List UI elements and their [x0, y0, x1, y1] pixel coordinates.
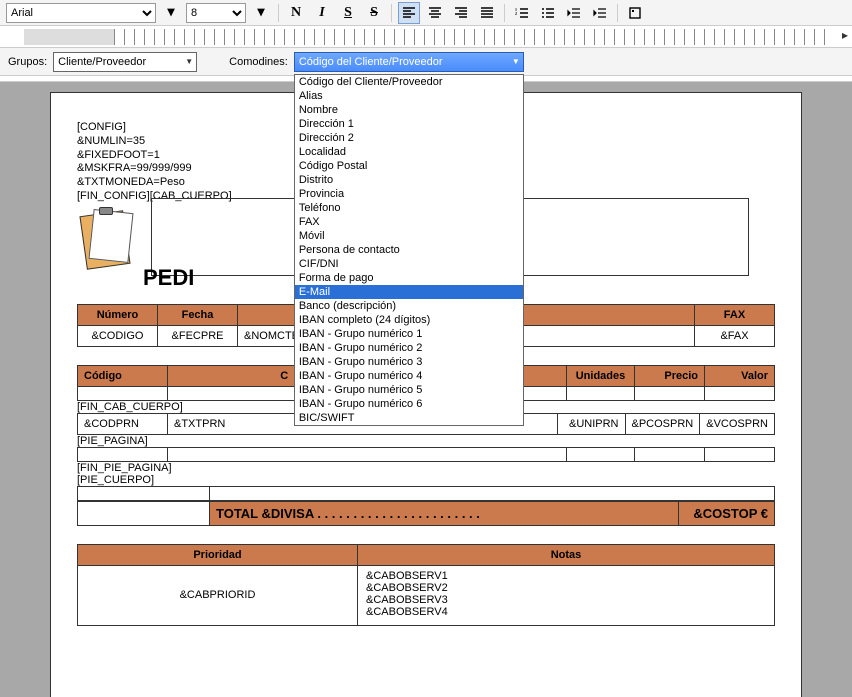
td-observ[interactable]: &CABOBSERV1 &CABOBSERV2 &CABOBSERV3 &CAB… [358, 565, 775, 625]
comodines-option[interactable]: Código del Cliente/Proveedor [295, 75, 523, 89]
font-family-select[interactable]: Arial [6, 3, 156, 23]
ruler-row: ▸ [0, 26, 852, 48]
align-justify-button[interactable] [476, 2, 498, 24]
underline-button[interactable]: S [337, 2, 359, 24]
align-left-button[interactable] [398, 2, 420, 24]
comodines-option[interactable]: Dirección 1 [295, 117, 523, 131]
marker-fin-pie-pagina[interactable]: [FIN_PIE_PAGINA] [77, 462, 775, 474]
comodines-option[interactable]: Dirección 2 [295, 131, 523, 145]
td-fecpre[interactable]: &FECPRE [158, 325, 238, 346]
grupos-dropdown[interactable]: Cliente/Proveedor [53, 52, 197, 72]
total-value[interactable]: &COSTOP € [679, 501, 775, 525]
comodines-option[interactable]: IBAN - Grupo numérico 1 [295, 327, 523, 341]
comodines-option[interactable]: Persona de contacto [295, 243, 523, 257]
comodines-option[interactable]: Móvil [295, 229, 523, 243]
th-precio: Precio [635, 365, 705, 386]
comodines-option[interactable]: IBAN - Grupo numérico 6 [295, 397, 523, 411]
comodines-option[interactable]: Banco (descripción) [295, 299, 523, 313]
comodines-option[interactable]: CIF/DNI [295, 257, 523, 271]
th-fecha: Fecha [158, 304, 238, 325]
separator [278, 4, 279, 22]
th-fax: FAX [695, 304, 775, 325]
list-numbered-button[interactable]: 12 [511, 2, 533, 24]
horizontal-ruler[interactable] [24, 29, 832, 45]
comodines-option[interactable]: IBAN - Grupo numérico 4 [295, 369, 523, 383]
align-center-button[interactable] [424, 2, 446, 24]
obs-line: &CABOBSERV3 [366, 594, 766, 606]
comodines-option[interactable]: Teléfono [295, 201, 523, 215]
th-valor: Valor [705, 365, 775, 386]
comodines-option[interactable]: BIC/SWIFT [295, 411, 523, 425]
comodines-option[interactable]: IBAN completo (24 dígitos) [295, 313, 523, 327]
font-size-select[interactable]: 8 [186, 3, 246, 23]
th-codigo2: Código [78, 365, 168, 386]
th-unidades: Unidades [567, 365, 635, 386]
comodines-options-list[interactable]: Código del Cliente/ProveedorAliasNombreD… [294, 74, 524, 426]
td-pcosprn[interactable]: &PCOSPRN [625, 413, 700, 434]
comodines-option[interactable]: Alias [295, 89, 523, 103]
size-dropdown-icon[interactable]: ▾ [250, 2, 272, 24]
empty-row-2[interactable] [77, 486, 775, 501]
td-fax[interactable]: &FAX [695, 325, 775, 346]
marker-pie-cuerpo[interactable]: [PIE_CUERPO] [77, 474, 775, 486]
td-codigo[interactable]: &CODIGO [78, 325, 158, 346]
comodines-option[interactable]: Nombre [295, 103, 523, 117]
comodines-option[interactable]: Código Postal [295, 159, 523, 173]
td-uniprn[interactable]: &UNIPRN [557, 413, 625, 434]
svg-text:2: 2 [515, 11, 517, 16]
comodines-option[interactable]: IBAN - Grupo numérico 3 [295, 355, 523, 369]
list-bullet-button[interactable] [537, 2, 559, 24]
clipboard-icon[interactable] [77, 205, 143, 271]
td-vcosprn[interactable]: &VCOSPRN [700, 413, 775, 434]
th-notas: Notas [358, 544, 775, 565]
comodines-option[interactable]: FAX [295, 215, 523, 229]
ruler-scroll-icon[interactable]: ▸ [842, 28, 848, 42]
selector-bar: Grupos: Cliente/Proveedor Comodines: Cód… [0, 48, 852, 76]
th-numero: Número [78, 304, 158, 325]
pedi-title[interactable]: PEDI [143, 265, 194, 291]
font-dropdown-icon[interactable]: ▾ [160, 2, 182, 24]
outdent-button[interactable] [563, 2, 585, 24]
separator [617, 4, 618, 22]
format-toolbar: Arial ▾ 8 ▾ N I S S 12 [0, 0, 852, 26]
th-prioridad: Prioridad [78, 544, 358, 565]
comodines-wrap: Código del Cliente/Proveedor Código del … [294, 52, 524, 72]
insert-object-button[interactable] [624, 2, 646, 24]
align-right-button[interactable] [450, 2, 472, 24]
empty-row-1[interactable] [77, 447, 775, 462]
separator [504, 4, 505, 22]
strike-button[interactable]: S [363, 2, 385, 24]
grupos-label: Grupos: [8, 56, 47, 68]
comodines-option[interactable]: Localidad [295, 145, 523, 159]
comodines-option[interactable]: Provincia [295, 187, 523, 201]
comodines-option[interactable]: Forma de pago [295, 271, 523, 285]
grupos-value: Cliente/Proveedor [58, 56, 146, 68]
comodines-option[interactable]: IBAN - Grupo numérico 5 [295, 383, 523, 397]
comodines-value: Código del Cliente/Proveedor [299, 56, 443, 68]
comodines-option[interactable]: IBAN - Grupo numérico 2 [295, 341, 523, 355]
obs-line: &CABOBSERV1 [366, 570, 766, 582]
td-cabpriorid[interactable]: &CABPRIORID [78, 565, 358, 625]
italic-button[interactable]: I [311, 2, 333, 24]
td-codprn[interactable]: &CODPRN [78, 413, 168, 434]
obs-line: &CABOBSERV2 [366, 582, 766, 594]
comodines-dropdown[interactable]: Código del Cliente/Proveedor [294, 52, 524, 72]
notes-table[interactable]: Prioridad Notas &CABPRIORID &CABOBSERV1 … [77, 544, 775, 626]
separator [391, 4, 392, 22]
bold-button[interactable]: N [285, 2, 307, 24]
comodines-label: Comodines: [229, 56, 288, 68]
obs-line: &CABOBSERV4 [366, 606, 766, 618]
total-row-table[interactable]: TOTAL &DIVISA . . . . . . . . . . . . . … [77, 501, 775, 526]
comodines-option[interactable]: Distrito [295, 173, 523, 187]
comodines-option[interactable]: E-Mail [295, 285, 523, 299]
total-label[interactable]: TOTAL &DIVISA . . . . . . . . . . . . . … [210, 501, 679, 525]
indent-button[interactable] [589, 2, 611, 24]
marker-pie-pagina[interactable]: [PIE_PAGINA] [77, 435, 775, 447]
